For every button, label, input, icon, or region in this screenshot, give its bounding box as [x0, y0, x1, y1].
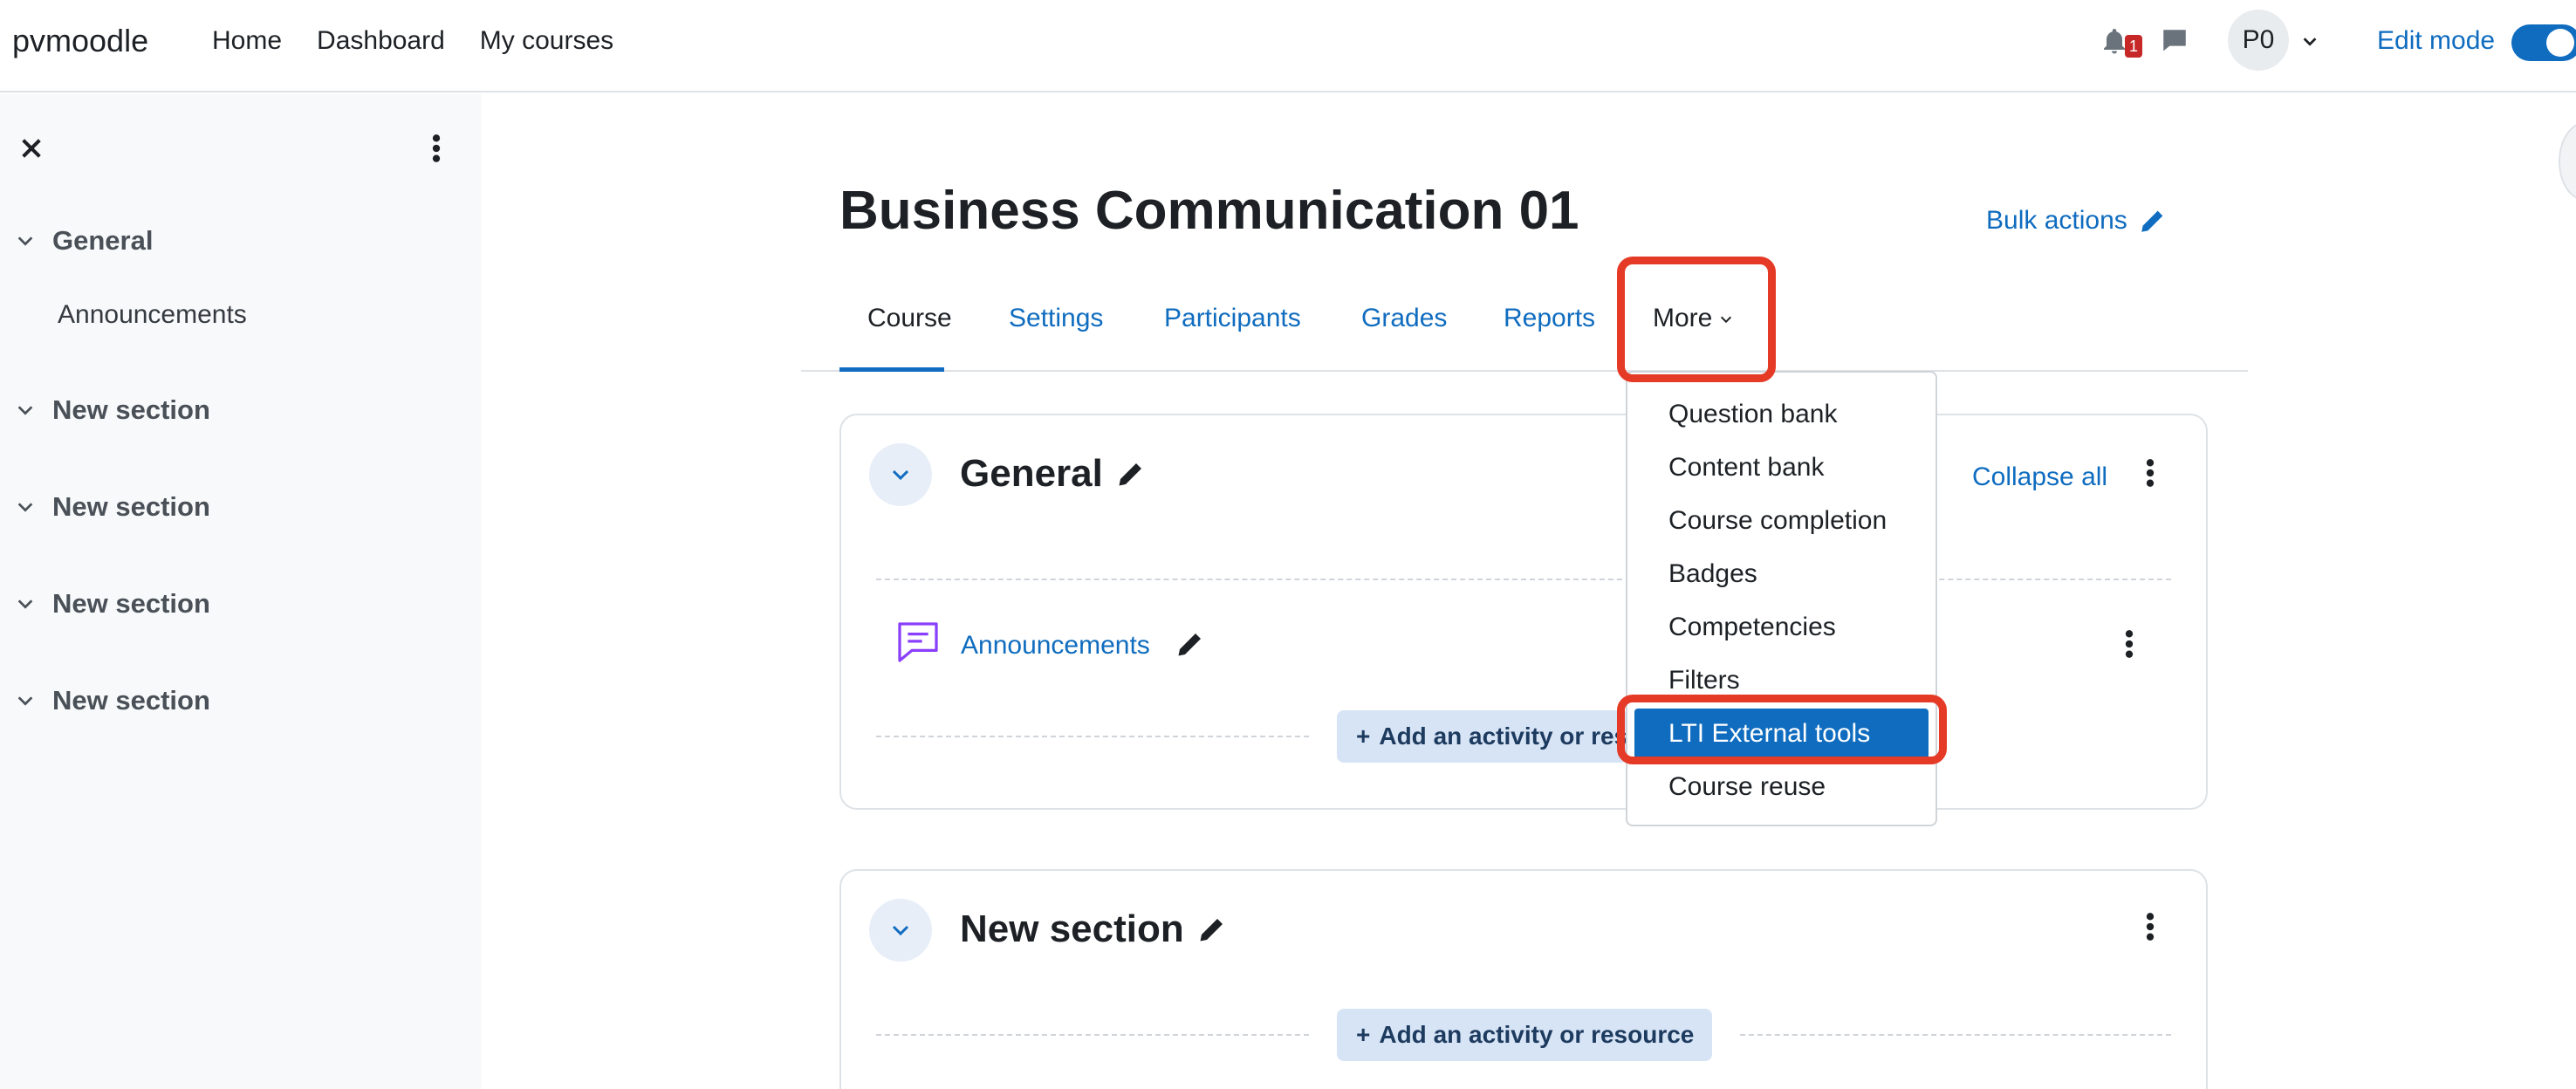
block-drawer-toggle[interactable] — [2559, 122, 2576, 201]
tab-reports[interactable]: Reports — [1504, 297, 1595, 372]
plus-icon: + — [1356, 723, 1371, 750]
page-title: Business Communication 01 — [839, 181, 1579, 241]
section-title-new-section: New section — [960, 908, 1228, 951]
chevron-down-icon[interactable] — [16, 691, 35, 710]
course-index-section[interactable]: New section — [16, 491, 210, 523]
tab-participants[interactable]: Participants — [1164, 297, 1301, 372]
course-index-section-general[interactable]: General — [16, 225, 153, 257]
course-index-section-title[interactable]: New section — [52, 394, 210, 426]
forum-icon — [898, 622, 938, 662]
pencil-icon[interactable] — [1196, 914, 1228, 945]
notification-count-badge: 1 — [2125, 35, 2142, 58]
menu-item-question-bank[interactable]: Question bank — [1627, 389, 1935, 440]
add-activity-label[interactable]: Add an activity or resource — [1379, 1021, 1694, 1049]
chevron-down-icon[interactable] — [16, 497, 35, 517]
menu-item-lti-external-tools[interactable]: LTI External tools — [1634, 709, 1929, 759]
chat-icon[interactable] — [2160, 26, 2189, 56]
add-divider-right — [1740, 1034, 2171, 1036]
chevron-down-icon[interactable] — [16, 401, 35, 420]
tab-more[interactable]: More — [1653, 297, 1733, 372]
section-kebab-icon[interactable] — [2141, 455, 2159, 490]
more-dropdown-menu: Question bank Content bank Course comple… — [1626, 371, 1937, 826]
section-divider — [876, 579, 2171, 580]
pencil-icon[interactable] — [1115, 458, 1147, 490]
section-title-general: General — [960, 452, 1147, 496]
edit-mode-label: Edit mode — [2377, 26, 2496, 55]
menu-item-course-completion[interactable]: Course completion — [1627, 496, 1935, 546]
chevron-down-icon[interactable] — [2300, 31, 2319, 51]
course-index-section-title[interactable]: General — [52, 225, 153, 257]
add-activity-label[interactable]: Add an activity or resource — [1379, 723, 1628, 750]
chevron-down-icon[interactable] — [888, 464, 913, 485]
close-icon[interactable] — [17, 134, 45, 162]
section-title-text: New section — [960, 908, 1184, 950]
add-divider-left — [876, 736, 1309, 737]
tab-course[interactable]: Course — [839, 297, 952, 372]
user-avatar[interactable]: P0 — [2228, 10, 2289, 71]
pencil-icon[interactable] — [1175, 628, 1206, 660]
top-navbar: pvmoodle Home Dashboard My courses 1 P0 … — [0, 0, 2576, 92]
activity-kebab-icon[interactable] — [2120, 627, 2138, 661]
course-index-drawer: General Announcements New section New se… — [0, 94, 482, 1089]
tab-more-label[interactable]: More — [1653, 304, 1712, 332]
menu-item-content-bank[interactable]: Content bank — [1627, 442, 1935, 493]
course-index-section[interactable]: New section — [16, 685, 210, 716]
menu-item-course-reuse[interactable]: Course reuse — [1627, 762, 1935, 812]
site-brand[interactable]: pvmoodle — [12, 23, 148, 59]
menu-item-filters[interactable]: Filters — [1627, 655, 1935, 706]
menu-item-competencies[interactable]: Competencies — [1627, 602, 1935, 653]
course-index-section[interactable]: New section — [16, 394, 210, 426]
course-index-activity-announcements[interactable]: Announcements — [58, 300, 247, 330]
nav-my-courses-link[interactable]: My courses — [480, 26, 613, 56]
activity-announcements-link[interactable]: Announcements — [961, 631, 1150, 661]
add-activity-button[interactable]: + Add an activity or resource — [1337, 710, 1628, 763]
course-index-section-title[interactable]: New section — [52, 491, 210, 523]
section-collapse-toggle[interactable] — [869, 899, 932, 962]
add-divider-left — [876, 1034, 1309, 1036]
course-index-section-title[interactable]: New section — [52, 588, 210, 620]
menu-item-badges[interactable]: Badges — [1627, 549, 1935, 599]
collapse-all-link[interactable]: Collapse all — [1972, 462, 2107, 492]
pencil-icon[interactable] — [2138, 206, 2168, 236]
chevron-down-icon[interactable] — [16, 231, 35, 250]
bulk-actions-link[interactable]: Bulk actions — [1986, 206, 2168, 236]
primary-navigation: Home Dashboard My courses — [212, 26, 613, 56]
section-kebab-icon[interactable] — [2141, 909, 2159, 944]
section-collapse-toggle[interactable] — [869, 443, 932, 506]
nav-home-link[interactable]: Home — [212, 26, 282, 56]
edit-mode-toggle[interactable] — [2511, 24, 2576, 61]
plus-icon: + — [1356, 1021, 1371, 1048]
chevron-down-icon[interactable] — [1719, 312, 1733, 326]
nav-dashboard-link[interactable]: Dashboard — [317, 26, 445, 56]
tab-grades[interactable]: Grades — [1361, 297, 1447, 372]
section-title-text: General — [960, 452, 1103, 495]
add-activity-button[interactable]: + Add an activity or resource — [1337, 1009, 1712, 1061]
chevron-down-icon[interactable] — [888, 920, 913, 941]
bulk-actions-label[interactable]: Bulk actions — [1986, 206, 2127, 236]
chevron-down-icon[interactable] — [16, 594, 35, 613]
course-secondary-nav: Course Settings Participants Grades Repo… — [801, 297, 2248, 372]
drawer-kebab-icon[interactable] — [426, 131, 447, 166]
course-index-section-title[interactable]: New section — [52, 685, 210, 716]
course-index-section[interactable]: New section — [16, 588, 210, 620]
tab-settings[interactable]: Settings — [1009, 297, 1103, 372]
